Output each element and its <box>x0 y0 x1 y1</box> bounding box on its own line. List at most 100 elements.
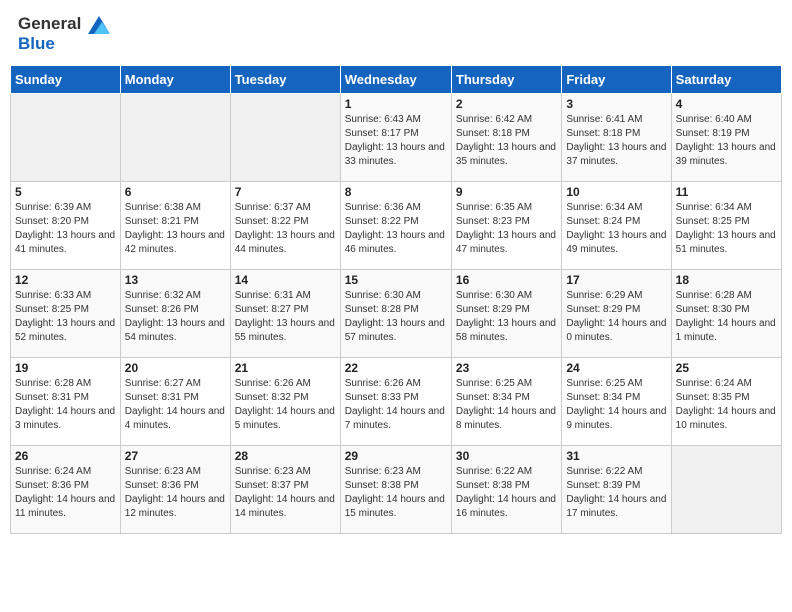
calendar-week-row: 1 Sunrise: 6:43 AM Sunset: 8:17 PM Daylig… <box>11 94 782 182</box>
calendar-cell: 14 Sunrise: 6:31 AM Sunset: 8:27 PM Dayli… <box>230 270 340 358</box>
day-detail: Sunrise: 6:41 AM Sunset: 8:18 PM Dayligh… <box>566 113 666 169</box>
day-number: 21 <box>235 361 336 375</box>
calendar-cell: 3 Sunrise: 6:41 AM Sunset: 8:18 PM Daylig… <box>562 94 671 182</box>
calendar-body: 1 Sunrise: 6:43 AM Sunset: 8:17 PM Daylig… <box>11 94 782 534</box>
day-number: 24 <box>566 361 666 375</box>
calendar-cell: 31 Sunrise: 6:22 AM Sunset: 8:39 PM Dayli… <box>562 446 671 534</box>
day-detail: Sunrise: 6:28 AM Sunset: 8:31 PM Dayligh… <box>15 377 116 433</box>
day-detail: Sunrise: 6:34 AM Sunset: 8:25 PM Dayligh… <box>676 201 777 257</box>
day-number: 22 <box>345 361 447 375</box>
day-number: 23 <box>456 361 557 375</box>
logo-icon <box>88 16 110 34</box>
day-detail: Sunrise: 6:27 AM Sunset: 8:31 PM Dayligh… <box>125 377 226 433</box>
calendar-cell: 13Sunrise: 6:32 AM Sunset: 8:26 PM Dayli… <box>120 270 230 358</box>
day-detail: Sunrise: 6:26 AM Sunset: 8:32 PM Dayligh… <box>235 377 336 433</box>
calendar-cell: 30 Sunrise: 6:22 AM Sunset: 8:38 PM Dayli… <box>451 446 561 534</box>
day-detail: Sunrise: 6:36 AM Sunset: 8:22 PM Dayligh… <box>345 201 447 257</box>
day-number: 25 <box>676 361 777 375</box>
day-detail: Sunrise: 6:42 AM Sunset: 8:18 PM Dayligh… <box>456 113 557 169</box>
calendar-week-row: 12 Sunrise: 6:33 AM Sunset: 8:25 PM Dayli… <box>11 270 782 358</box>
calendar-week-row: 19Sunrise: 6:28 AM Sunset: 8:31 PM Dayli… <box>11 358 782 446</box>
day-number: 30 <box>456 449 557 463</box>
calendar-cell: 26 Sunrise: 6:24 AM Sunset: 8:36 PM Dayli… <box>11 446 121 534</box>
day-number: 1 <box>345 97 447 111</box>
day-number: 6 <box>125 185 226 199</box>
day-number: 20 <box>125 361 226 375</box>
day-detail: Sunrise: 6:22 AM Sunset: 8:39 PM Dayligh… <box>566 465 666 521</box>
day-number: 26 <box>15 449 116 463</box>
calendar-cell: 5Sunrise: 6:39 AM Sunset: 8:20 PM Daylig… <box>11 182 121 270</box>
day-number: 16 <box>456 273 557 287</box>
day-detail: Sunrise: 6:37 AM Sunset: 8:22 PM Dayligh… <box>235 201 336 257</box>
day-detail: Sunrise: 6:26 AM Sunset: 8:33 PM Dayligh… <box>345 377 447 433</box>
day-number: 29 <box>345 449 447 463</box>
day-number: 10 <box>566 185 666 199</box>
day-detail: Sunrise: 6:25 AM Sunset: 8:34 PM Dayligh… <box>456 377 557 433</box>
calendar-cell: 12 Sunrise: 6:33 AM Sunset: 8:25 PM Dayli… <box>11 270 121 358</box>
day-detail: Sunrise: 6:24 AM Sunset: 8:35 PM Dayligh… <box>676 377 777 433</box>
day-detail: Sunrise: 6:39 AM Sunset: 8:20 PM Dayligh… <box>15 201 116 257</box>
calendar-cell: 9 Sunrise: 6:35 AM Sunset: 8:23 PM Daylig… <box>451 182 561 270</box>
weekday-header-tuesday: Tuesday <box>230 66 340 94</box>
day-detail: Sunrise: 6:25 AM Sunset: 8:34 PM Dayligh… <box>566 377 666 433</box>
calendar-cell: 25 Sunrise: 6:24 AM Sunset: 8:35 PM Dayli… <box>671 358 781 446</box>
day-number: 3 <box>566 97 666 111</box>
day-number: 11 <box>676 185 777 199</box>
calendar-cell: 11 Sunrise: 6:34 AM Sunset: 8:25 PM Dayli… <box>671 182 781 270</box>
calendar-cell: 29 Sunrise: 6:23 AM Sunset: 8:38 PM Dayli… <box>340 446 451 534</box>
day-detail: Sunrise: 6:22 AM Sunset: 8:38 PM Dayligh… <box>456 465 557 521</box>
calendar-cell <box>671 446 781 534</box>
calendar-cell: 24 Sunrise: 6:25 AM Sunset: 8:34 PM Dayli… <box>562 358 671 446</box>
calendar-cell: 10 Sunrise: 6:34 AM Sunset: 8:24 PM Dayli… <box>562 182 671 270</box>
day-detail: Sunrise: 6:23 AM Sunset: 8:38 PM Dayligh… <box>345 465 447 521</box>
calendar-header-row: SundayMondayTuesdayWednesdayThursdayFrid… <box>11 66 782 94</box>
calendar-cell: 23 Sunrise: 6:25 AM Sunset: 8:34 PM Dayli… <box>451 358 561 446</box>
calendar-cell: 7 Sunrise: 6:37 AM Sunset: 8:22 PM Daylig… <box>230 182 340 270</box>
calendar-cell: 27Sunrise: 6:23 AM Sunset: 8:36 PM Dayli… <box>120 446 230 534</box>
day-detail: Sunrise: 6:35 AM Sunset: 8:23 PM Dayligh… <box>456 201 557 257</box>
calendar-cell <box>230 94 340 182</box>
day-detail: Sunrise: 6:34 AM Sunset: 8:24 PM Dayligh… <box>566 201 666 257</box>
calendar-cell: 4Sunrise: 6:40 AM Sunset: 8:19 PM Daylig… <box>671 94 781 182</box>
day-detail: Sunrise: 6:31 AM Sunset: 8:27 PM Dayligh… <box>235 289 336 345</box>
day-number: 9 <box>456 185 557 199</box>
weekday-header-monday: Monday <box>120 66 230 94</box>
day-number: 12 <box>15 273 116 287</box>
day-detail: Sunrise: 6:30 AM Sunset: 8:29 PM Dayligh… <box>456 289 557 345</box>
day-detail: Sunrise: 6:24 AM Sunset: 8:36 PM Dayligh… <box>15 465 116 521</box>
day-number: 7 <box>235 185 336 199</box>
day-detail: Sunrise: 6:43 AM Sunset: 8:17 PM Dayligh… <box>345 113 447 169</box>
day-number: 2 <box>456 97 557 111</box>
calendar-cell: 22 Sunrise: 6:26 AM Sunset: 8:33 PM Dayli… <box>340 358 451 446</box>
calendar-cell: 18 Sunrise: 6:28 AM Sunset: 8:30 PM Dayli… <box>671 270 781 358</box>
calendar-cell: 16 Sunrise: 6:30 AM Sunset: 8:29 PM Dayli… <box>451 270 561 358</box>
calendar-cell <box>11 94 121 182</box>
weekday-header-sunday: Sunday <box>11 66 121 94</box>
calendar-week-row: 5Sunrise: 6:39 AM Sunset: 8:20 PM Daylig… <box>11 182 782 270</box>
day-number: 15 <box>345 273 447 287</box>
calendar-cell: 20 Sunrise: 6:27 AM Sunset: 8:31 PM Dayli… <box>120 358 230 446</box>
weekday-header-saturday: Saturday <box>671 66 781 94</box>
calendar-table: SundayMondayTuesdayWednesdayThursdayFrid… <box>10 65 782 534</box>
day-detail: Sunrise: 6:28 AM Sunset: 8:30 PM Dayligh… <box>676 289 777 345</box>
day-detail: Sunrise: 6:29 AM Sunset: 8:29 PM Dayligh… <box>566 289 666 345</box>
weekday-header-friday: Friday <box>562 66 671 94</box>
calendar-cell: 17Sunrise: 6:29 AM Sunset: 8:29 PM Dayli… <box>562 270 671 358</box>
calendar-cell <box>120 94 230 182</box>
day-number: 14 <box>235 273 336 287</box>
day-number: 31 <box>566 449 666 463</box>
day-detail: Sunrise: 6:33 AM Sunset: 8:25 PM Dayligh… <box>15 289 116 345</box>
day-detail: Sunrise: 6:30 AM Sunset: 8:28 PM Dayligh… <box>345 289 447 345</box>
day-number: 18 <box>676 273 777 287</box>
calendar-cell: 1 Sunrise: 6:43 AM Sunset: 8:17 PM Daylig… <box>340 94 451 182</box>
calendar-cell: 6Sunrise: 6:38 AM Sunset: 8:21 PM Daylig… <box>120 182 230 270</box>
day-number: 28 <box>235 449 336 463</box>
day-detail: Sunrise: 6:23 AM Sunset: 8:37 PM Dayligh… <box>235 465 336 521</box>
day-detail: Sunrise: 6:40 AM Sunset: 8:19 PM Dayligh… <box>676 113 777 169</box>
day-number: 8 <box>345 185 447 199</box>
calendar-cell: 2 Sunrise: 6:42 AM Sunset: 8:18 PM Daylig… <box>451 94 561 182</box>
calendar-cell: 28 Sunrise: 6:23 AM Sunset: 8:37 PM Dayli… <box>230 446 340 534</box>
logo-general: General <box>18 14 110 34</box>
weekday-header-thursday: Thursday <box>451 66 561 94</box>
day-detail: Sunrise: 6:32 AM Sunset: 8:26 PM Dayligh… <box>125 289 226 345</box>
